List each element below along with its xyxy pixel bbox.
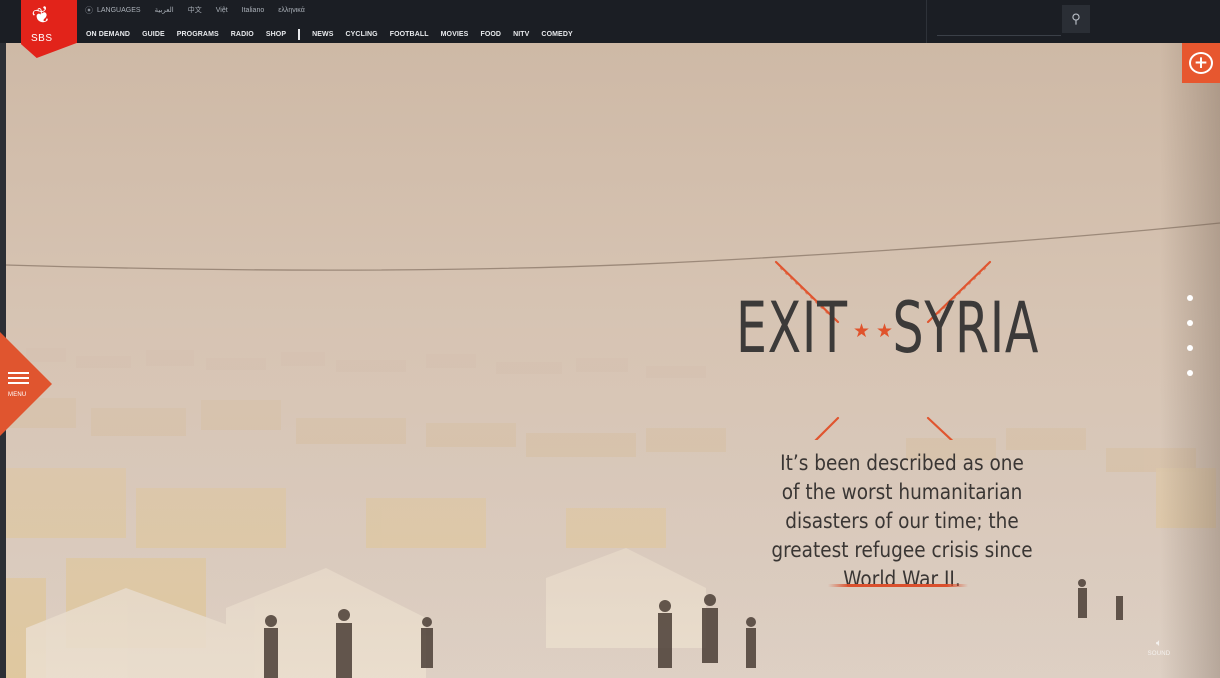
sound-toggle[interactable]: 🔈︎ SOUND [1146,638,1172,657]
section-dot-4[interactable] [1187,370,1193,376]
hamburger-icon [8,372,29,387]
language-link-italian[interactable]: Italiano [242,7,265,14]
nav-item-news[interactable]: NEWS [312,31,333,38]
section-dot-3[interactable] [1187,345,1193,351]
nav-item-programs[interactable]: PROGRAMS [177,31,219,38]
search-button[interactable]: ⚲ [1062,5,1090,33]
section-navigation [1187,295,1193,395]
logo-mark-icon: ❦ [29,1,55,32]
nav-item-nitv[interactable]: NITV [513,31,529,38]
language-link-vietnamese[interactable]: Việt [216,7,228,14]
language-link-greek[interactable]: ελληνικά [278,7,305,14]
nav-item-on-demand[interactable]: ON DEMAND [86,31,130,38]
page-title: EXIT SYRIA [736,287,1038,369]
top-bar: ❦ SBS ⦿ LANGUAGES العربية 中文 Việt Italia… [0,0,1220,58]
search-input[interactable] [937,9,1061,36]
languages-row: ⦿ LANGUAGES العربية 中文 Việt Italiano ελλ… [85,4,305,16]
section-dot-1[interactable] [1187,295,1193,301]
nav-item-football[interactable]: FOOTBALL [390,31,429,38]
language-link-arabic[interactable]: العربية [155,6,174,14]
language-link-chinese[interactable]: 中文 [188,5,202,15]
add-comment-icon: + [1189,52,1213,74]
nav-divider [298,29,301,40]
nav-item-food[interactable]: FOOD [480,31,501,38]
intro-underline [828,584,968,587]
nav-item-guide[interactable]: GUIDE [142,31,165,38]
location-pin-icon: ⦿ [85,5,93,15]
search-area: ⚲ [926,0,1220,43]
section-dot-2[interactable] [1187,320,1193,326]
title-word-syria: SYRIA [892,287,1040,369]
logo-text: SBS [31,33,53,44]
nav-item-cycling[interactable]: CYCLING [346,31,378,38]
nav-item-comedy[interactable]: COMEDY [541,31,572,38]
nav-item-shop[interactable]: SHOP [266,31,286,38]
languages-link[interactable]: LANGUAGES [97,7,141,14]
nav-item-radio[interactable]: RADIO [231,31,254,38]
title-word-exit: EXIT [736,287,848,369]
sound-label: SOUND [1147,651,1171,657]
nav-item-movies[interactable]: MOVIES [441,31,469,38]
speaker-icon: 🔈︎ [1156,638,1162,649]
add-comment-button[interactable]: + [1182,43,1220,83]
menu-label: MENU [8,392,27,398]
search-icon: ⚲ [1071,11,1081,26]
intro-text: It’s been described as one of the worst … [771,451,1033,591]
exit-syria-title: EXIT SYRIA ★★ [728,218,1068,440]
title-stars-icon: ★★ [853,320,900,342]
main-nav: ON DEMAND GUIDE PROGRAMS RADIO SHOP NEWS… [86,29,585,40]
